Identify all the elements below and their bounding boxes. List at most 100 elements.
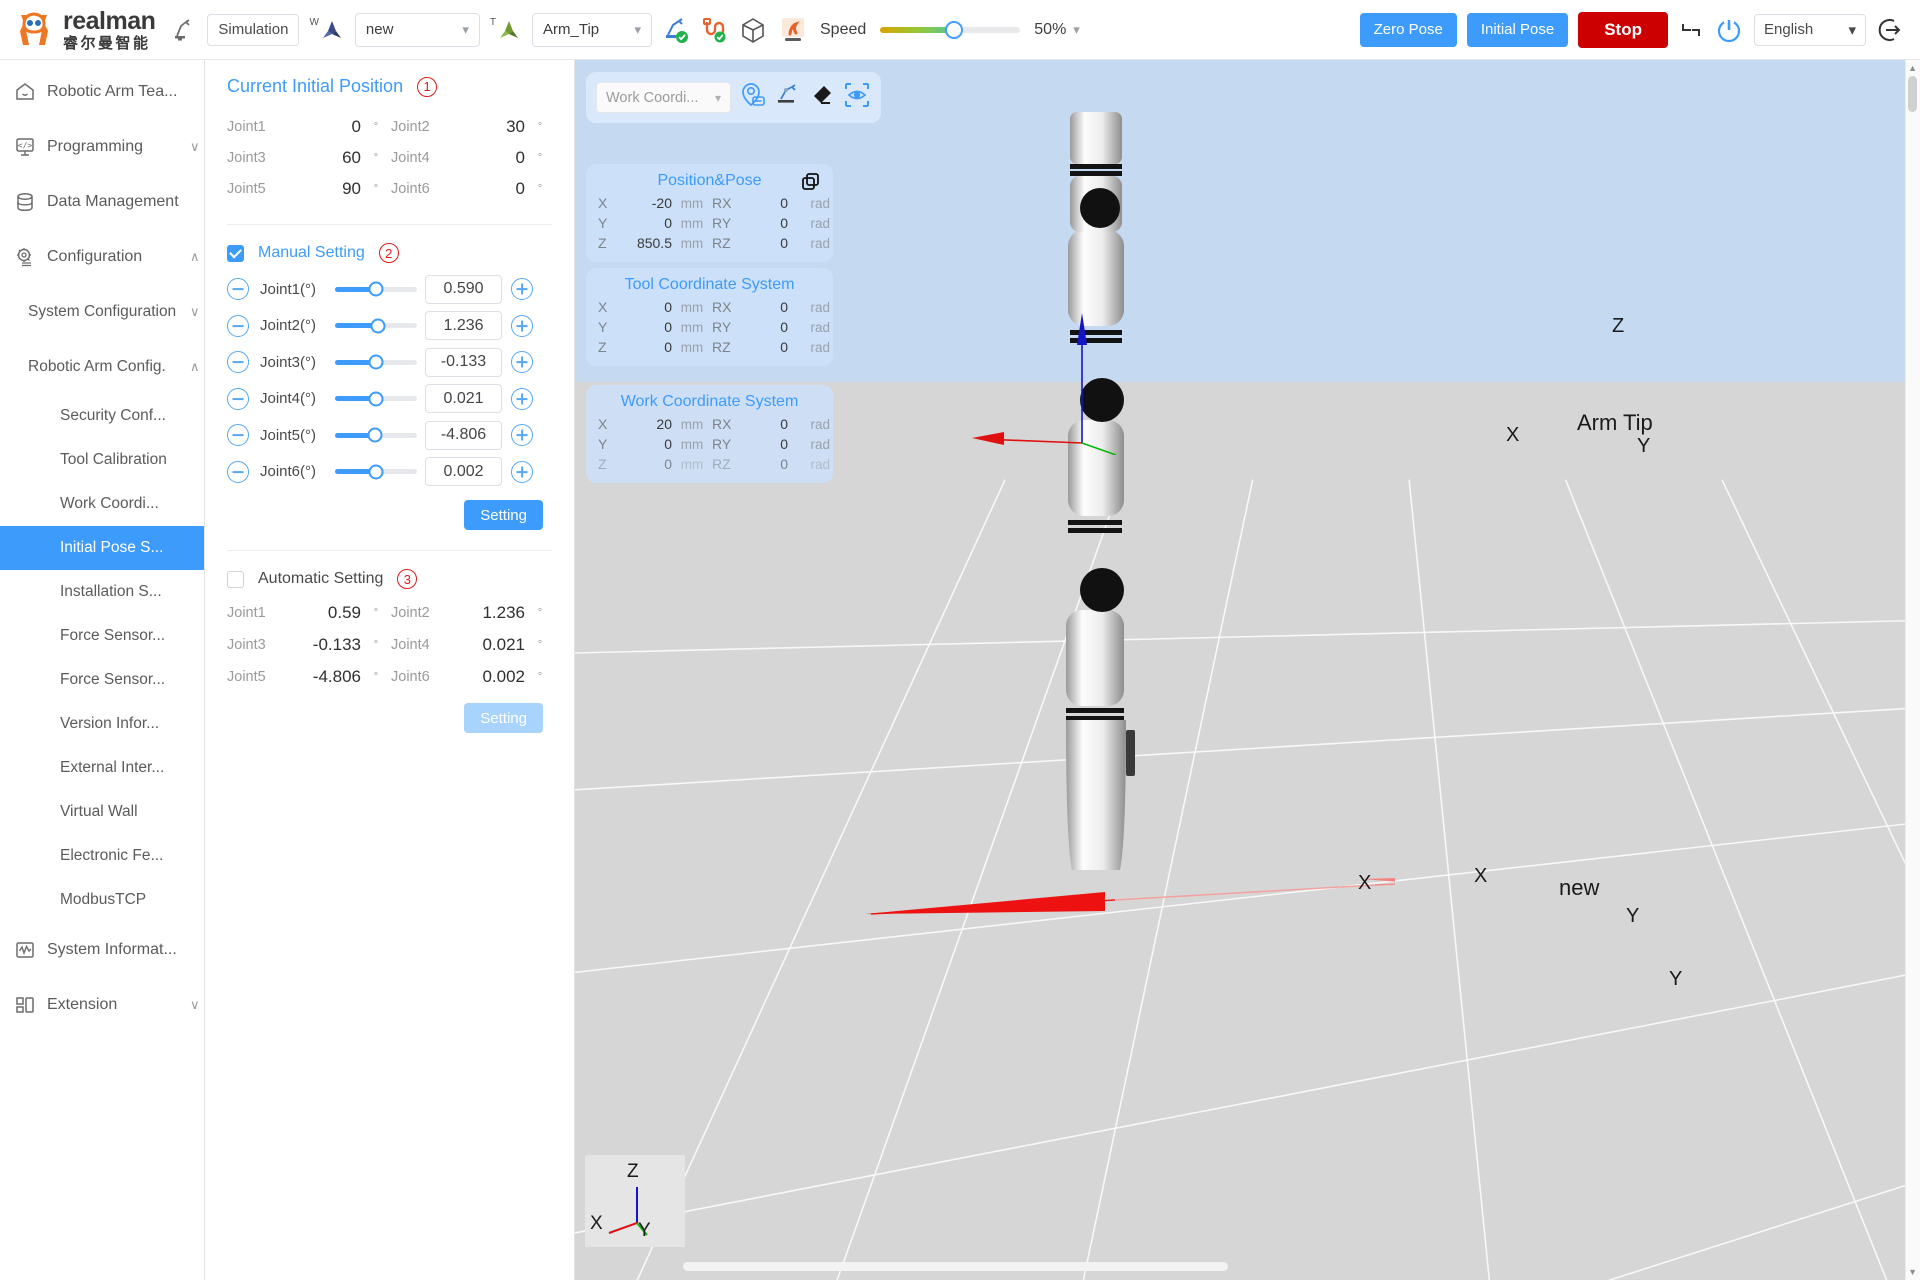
manual-setting-checkbox-row[interactable]: Manual Setting 2: [227, 243, 552, 263]
rot-axis-label: RX: [712, 416, 748, 432]
joint4-value-input[interactable]: [425, 384, 502, 413]
orientation-gizmo[interactable]: Z X Y: [585, 1155, 685, 1247]
zero-pose-button[interactable]: Zero Pose: [1360, 13, 1457, 47]
viewport-vertical-scrollbar[interactable]: ▲ ▼: [1905, 60, 1920, 1280]
work-frame-select[interactable]: new ▾: [355, 13, 480, 47]
axis-label: Z: [598, 339, 618, 355]
coord-row: X -20 mm RX 0 rad: [598, 193, 821, 213]
slider-knob[interactable]: [369, 464, 384, 479]
copy-icon[interactable]: [801, 172, 821, 197]
automatic-setting-checkbox[interactable]: [227, 571, 244, 588]
automatic-setting-checkbox-row[interactable]: Automatic Setting 3: [227, 569, 552, 589]
tool-coordinate-title: Tool Coordinate System: [598, 276, 821, 294]
scroll-down-arrow-icon[interactable]: ▼: [1908, 1267, 1917, 1277]
automatic-setting-label: Automatic Setting: [258, 570, 383, 588]
viewport-horizontal-scrollbar[interactable]: [683, 1262, 1228, 1271]
joint6-value-input[interactable]: [425, 457, 502, 486]
joint3-decrement-button[interactable]: [227, 351, 249, 373]
coordinate-system-select[interactable]: Work Coordi... ▾: [596, 82, 731, 113]
joint5-decrement-button[interactable]: [227, 424, 249, 446]
sidebar-item-robotic-arm-config[interactable]: Robotic Arm Config. ∧: [0, 339, 204, 394]
sidebar-item-initial-pose-setting[interactable]: Initial Pose S...: [0, 526, 204, 570]
slider-knob[interactable]: [369, 391, 384, 406]
joint1-slider[interactable]: [335, 287, 417, 292]
slider-knob[interactable]: [368, 428, 383, 443]
slider-knob[interactable]: [369, 355, 384, 370]
joint1-value-input[interactable]: [425, 275, 502, 304]
joint-slider-row: Joint5(°): [227, 417, 552, 454]
sidebar-item-external-interface[interactable]: External Inter...: [0, 746, 204, 790]
visibility-eye-icon[interactable]: [843, 81, 871, 114]
sidebar-item-system-configuration[interactable]: System Configuration ∨: [0, 284, 204, 339]
joint4-slider[interactable]: [335, 396, 417, 401]
locate-point-icon[interactable]: [740, 82, 766, 113]
automatic-setting-button[interactable]: Setting: [464, 703, 543, 733]
sidebar-item-force-sensor-1[interactable]: Force Sensor...: [0, 614, 204, 658]
joint4-increment-button[interactable]: [511, 388, 533, 410]
sidebar-item-version-information[interactable]: Version Infor...: [0, 702, 204, 746]
logout-icon[interactable]: [1876, 15, 1906, 45]
sidebar-item-configuration[interactable]: Configuration ∧: [0, 229, 204, 284]
joint-value: 0.59: [289, 603, 361, 623]
joint4-decrement-button[interactable]: [227, 388, 249, 410]
robot-connected-icon[interactable]: [662, 16, 690, 44]
robot-arm-teach-icon[interactable]: [171, 17, 197, 43]
sidebar-nav: Robotic Arm Tea... </> Programming ∨ Dat…: [0, 60, 205, 1280]
sidebar-item-tool-calibration[interactable]: Tool Calibration: [0, 438, 204, 482]
joint6-decrement-button[interactable]: [227, 461, 249, 483]
3d-viewport[interactable]: Z X Y Arm Tip X X Y Y new: [575, 60, 1920, 1280]
sidebar-item-installation-setting[interactable]: Installation S...: [0, 570, 204, 614]
initial-pose-button[interactable]: Initial Pose: [1467, 13, 1568, 47]
manual-setting-checkbox[interactable]: [227, 245, 244, 262]
joint5-value-input[interactable]: [425, 421, 502, 450]
joint-cell: Joint2 30 °: [391, 117, 555, 137]
speed-slider[interactable]: [880, 27, 1020, 33]
sidebar-item-system-information[interactable]: System Informat...: [0, 922, 204, 977]
joint2-slider[interactable]: [335, 323, 417, 328]
joint3-slider[interactable]: [335, 360, 417, 365]
slider-knob[interactable]: [371, 318, 386, 333]
code-monitor-icon: </>: [14, 136, 36, 158]
sidebar-item-virtual-wall[interactable]: Virtual Wall: [0, 790, 204, 834]
joint3-increment-button[interactable]: [511, 351, 533, 373]
minimize-icon[interactable]: [1678, 17, 1704, 43]
slider-knob[interactable]: [369, 282, 384, 297]
arm-model-icon[interactable]: [778, 15, 808, 45]
joint6-increment-button[interactable]: [511, 461, 533, 483]
sidebar-item-electronic-fence[interactable]: Electronic Fe...: [0, 834, 204, 878]
joint2-value-input[interactable]: [425, 311, 502, 340]
joint2-increment-button[interactable]: [511, 315, 533, 337]
sidebar-item-security-config[interactable]: Security Conf...: [0, 394, 204, 438]
joint3-value-input[interactable]: [425, 348, 502, 377]
joint1-decrement-button[interactable]: [227, 278, 249, 300]
stop-button[interactable]: Stop: [1578, 12, 1668, 48]
sidebar-item-robotic-arm-teaching[interactable]: Robotic Arm Tea...: [0, 64, 204, 119]
cable-connected-icon[interactable]: [700, 16, 728, 44]
sidebar-item-work-coordinate[interactable]: Work Coordi...: [0, 482, 204, 526]
manual-setting-button[interactable]: Setting: [464, 500, 543, 530]
sidebar-item-label: Extension: [47, 996, 179, 1014]
sidebar-item-data-management[interactable]: Data Management: [0, 174, 204, 229]
speed-slider-knob[interactable]: [945, 21, 963, 39]
joint5-increment-button[interactable]: [511, 424, 533, 446]
joint1-increment-button[interactable]: [511, 278, 533, 300]
vertical-scroll-thumb[interactable]: [1908, 76, 1917, 112]
power-icon[interactable]: [1714, 15, 1744, 45]
joint5-slider[interactable]: [335, 433, 417, 438]
joint-slider-row: Joint6(°): [227, 454, 552, 491]
sidebar-item-modbustcp[interactable]: ModbusTCP: [0, 878, 204, 922]
collision-box-icon[interactable]: [738, 15, 768, 45]
simulation-mode-indicator[interactable]: Simulation: [207, 14, 299, 46]
sidebar-item-extension[interactable]: Extension ∨: [0, 977, 204, 1032]
eraser-icon[interactable]: [810, 83, 834, 112]
joint6-slider[interactable]: [335, 469, 417, 474]
chevron-down-icon: ▾: [634, 22, 641, 38]
tool-frame-select[interactable]: Arm_Tip ▾: [532, 13, 652, 47]
sidebar-item-force-sensor-2[interactable]: Force Sensor...: [0, 658, 204, 702]
arm-base-icon[interactable]: [775, 82, 801, 113]
scroll-up-arrow-icon[interactable]: ▲: [1908, 63, 1917, 73]
sidebar-item-programming[interactable]: </> Programming ∨: [0, 119, 204, 174]
joint2-decrement-button[interactable]: [227, 315, 249, 337]
language-select[interactable]: English ▾: [1754, 14, 1866, 46]
speed-percent-select[interactable]: 50% ▾: [1034, 21, 1080, 39]
